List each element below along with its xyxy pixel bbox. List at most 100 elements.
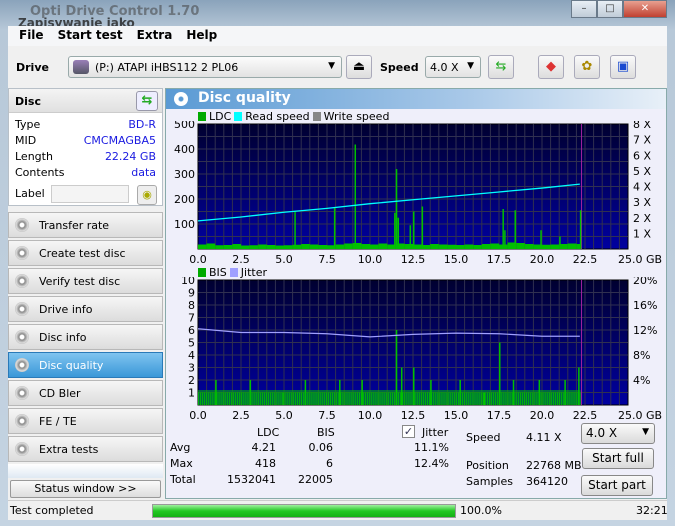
ldc-bar (241, 245, 250, 249)
bis-bar (328, 392, 329, 405)
refresh-speed-button[interactable]: ⇆ (488, 55, 514, 79)
bis-bar (276, 392, 278, 405)
refresh-disc-button[interactable]: ⇆ (136, 91, 158, 111)
speed-select[interactable]: 4.0 X ▼ (425, 56, 481, 78)
bis-bar (367, 392, 369, 405)
disc-panel: Disc ⇆ Type BD-R MID CMCMAGBA5 Length 22.24 GB… (8, 88, 163, 206)
nav-create-test-disc[interactable]: Create test disc (8, 240, 163, 266)
y-tick-label: 10 (181, 277, 195, 287)
nav-disc-quality[interactable]: Disc quality (8, 352, 163, 378)
disc-field-row: Length 22.24 GB (9, 149, 162, 165)
menu-file[interactable]: File (12, 26, 51, 46)
bis-band (198, 390, 581, 405)
label-key: Label (15, 187, 45, 200)
bis-bar (548, 392, 550, 405)
bis-bar (239, 392, 241, 405)
bis-bar (338, 392, 340, 405)
bis-bar (228, 392, 230, 405)
y-tick-label: 500 (174, 121, 195, 131)
test-speed-value: 4.0 X (586, 426, 618, 440)
bis-bar (524, 392, 525, 405)
jitter-checkbox[interactable]: ✓ (402, 425, 415, 438)
x-tick-label: 12.5 (401, 409, 426, 422)
drive-select[interactable]: (P:) ATAPI iHBS112 2 PL06 ▼ (68, 56, 342, 78)
test-speed-select[interactable]: 4.0 X ▼ (581, 423, 655, 444)
y-tick-label: 8 (188, 299, 195, 312)
nav-verify-test-disc[interactable]: Verify test disc (8, 268, 163, 294)
bis-bar (425, 392, 426, 405)
bis-bar (478, 392, 480, 405)
nav-fe-te[interactable]: FE / TE (8, 408, 163, 434)
bis-bar (573, 392, 575, 405)
nav-transfer-rate[interactable]: Transfer rate (8, 212, 163, 238)
y-tick-label: 200 (174, 193, 195, 206)
bis-bar (257, 392, 259, 405)
menu-start-test[interactable]: Start test (51, 26, 130, 46)
bis-bar (288, 392, 290, 405)
bis-bar (501, 392, 503, 405)
minimize-button[interactable]: – (571, 0, 597, 18)
eject-button[interactable]: ⏏ (346, 55, 372, 79)
x-tick-label: 12.5 (401, 253, 426, 266)
bis-bar (336, 392, 338, 405)
bis-bar (264, 392, 265, 405)
nav-disc-info[interactable]: Disc info (8, 324, 163, 350)
bis-bar (280, 392, 282, 405)
nav-extra-tests[interactable]: Extra tests (8, 436, 163, 462)
jitter-label: Jitter (422, 426, 449, 439)
bis-bar (268, 392, 269, 405)
ldc-bar (490, 243, 499, 249)
start-part-button[interactable]: Start part (581, 475, 653, 496)
status-window-button[interactable]: Status window >> (10, 480, 161, 498)
bis-bar (466, 392, 468, 405)
nav-label: Verify test disc (39, 274, 121, 288)
erase-button[interactable]: ◆ (538, 55, 564, 79)
bis-bar (571, 392, 573, 405)
col-bis: BIS (317, 426, 335, 439)
bis-bar (511, 392, 513, 405)
menu-help[interactable]: Help (179, 26, 224, 46)
bis-bar (563, 392, 565, 405)
maximize-button[interactable]: □ (597, 0, 623, 18)
speed-stat-label: Speed (466, 431, 501, 444)
bis-bar (332, 392, 333, 405)
bis-bar (272, 392, 274, 405)
bis-bar (439, 392, 441, 405)
bis-bar (222, 392, 224, 405)
label-input[interactable] (51, 185, 129, 203)
bis-bar (420, 392, 422, 405)
bis-bar (557, 392, 558, 405)
disc-field-key: Contents (15, 166, 65, 179)
bis-bar (509, 392, 511, 405)
close-button[interactable]: ✕ (623, 0, 667, 18)
ldc-bar (473, 245, 482, 249)
ldc-bar (378, 243, 388, 249)
nav-cd-bler[interactable]: CD Bler (8, 380, 163, 406)
ldc-bar (266, 245, 276, 249)
menu-extra[interactable]: Extra (130, 26, 180, 46)
bis-bar (344, 392, 346, 405)
bis-bar (515, 392, 517, 405)
ldc-spike (413, 211, 415, 249)
x-tick-label: 5.0 (275, 409, 293, 422)
bis-bar (464, 392, 466, 405)
disc-quality-panel: Disc quality LDC Read speed Write speed … (165, 88, 667, 499)
disc-field-value: BD-R (128, 118, 156, 131)
chevron-down-icon: ▼ (328, 61, 335, 71)
bis-bar (550, 392, 552, 405)
start-full-button[interactable]: Start full (582, 448, 654, 469)
y-tick-label: 2 (188, 374, 195, 387)
bis-spike (400, 367, 403, 405)
bis-bar (307, 392, 309, 405)
nav-drive-info[interactable]: Drive info (8, 296, 163, 322)
ldc-bar (370, 244, 379, 249)
settings-button[interactable]: ✿ (574, 55, 600, 79)
save-button[interactable]: ▣ (610, 55, 636, 79)
stat-ldc-value: 4.21 (251, 441, 277, 454)
bis-bar (474, 392, 476, 405)
bis-bar (398, 392, 400, 405)
cd-icon[interactable]: ◉ (137, 185, 157, 205)
bis-bar (210, 392, 212, 405)
bis-bar (295, 392, 296, 405)
ldc-bar (430, 244, 439, 249)
